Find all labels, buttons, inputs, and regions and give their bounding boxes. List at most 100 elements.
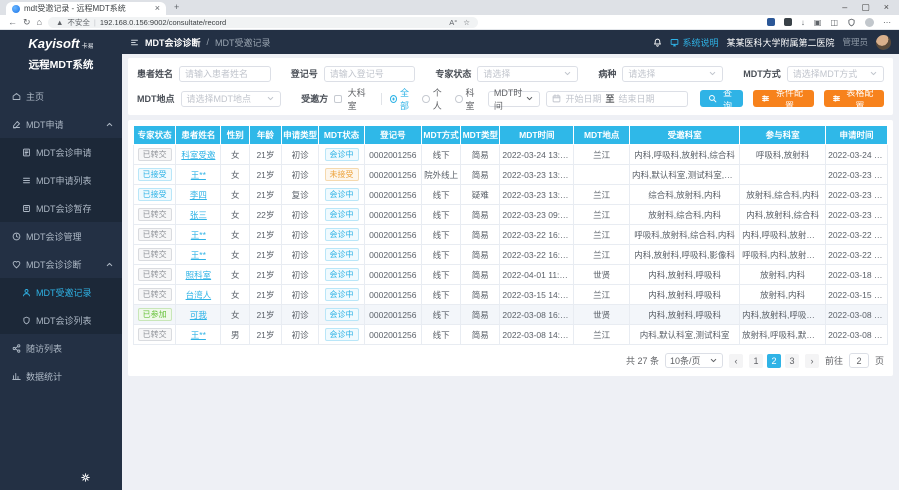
menu-collapse-icon[interactable] [130,38,139,47]
sidebar-item-4[interactable]: 随访列表 [0,334,122,362]
new-tab-button[interactable]: + [174,3,179,12]
expert-status-select[interactable]: 请选择 [477,66,578,82]
scope-radio-all[interactable]: 全部 [390,86,417,112]
invited-depts-cell: 内科,呼吸科,放射科,综合科 [630,145,740,165]
patient-name-link[interactable]: 照科室 [186,270,212,280]
patient-name-link: 王** [176,245,221,265]
mdt-time-cell: 2022-03-22 16:40:00 [500,225,574,245]
patient-name-link[interactable]: 王** [191,170,206,180]
sidebar-item-5[interactable]: 数据统计 [0,362,122,390]
home-icon[interactable]: ⌂ [37,17,42,27]
patient-name-link[interactable]: 张三 [190,210,207,220]
system-help-link[interactable]: 系统说明 [670,36,718,49]
notification-bell-icon[interactable] [653,38,662,47]
stats-icon [12,372,21,381]
downloads-icon[interactable]: ↓ [801,18,805,27]
table-row: 已转交王**女21岁初诊会诊中0002001256线下简易2022-03-22 … [134,225,888,245]
sidebar-item-label: MDT申请 [26,118,64,131]
tab-title: mdt受邀记录 - 远程MDT系统 [24,3,151,14]
invited-depts-cell: 内科,放射科,呼吸科 [630,285,740,305]
sidebar-subitem-1-2[interactable]: MDT会诊暂存 [0,194,122,222]
apply-type-cell: 初诊 [281,225,319,245]
url-field[interactable]: ▲ 不安全 | 192.168.0.156:9002/consultate/re… [48,17,478,28]
patient-name-input[interactable]: 请输入患者姓名 [179,66,271,82]
table-row: 已转交科室受邀女21岁初诊会诊中0002001256线下简易2022-03-24… [134,145,888,165]
table-config-button[interactable]: 表格配置 [824,90,884,107]
search-button[interactable]: 查询 [700,90,744,107]
prev-page-button[interactable]: ‹ [729,354,743,368]
read-aloud-icon[interactable]: A° [449,18,457,27]
patient-name-link[interactable]: 李四 [190,190,207,200]
shield-check-icon[interactable] [847,18,856,27]
sidebar-subitem-3-1[interactable]: MDT会诊列表 [0,306,122,334]
apply-time-cell: 2022-03-08 13:06:56 [826,325,888,345]
patient-name-link[interactable]: 王** [191,230,206,240]
split-screen-icon[interactable]: ◫ [830,18,838,27]
sidebar-item-2[interactable]: MDT会诊管理 [0,222,122,250]
page-size-select[interactable]: 10条/页 [665,353,723,368]
settings-gear-icon[interactable] [81,473,90,482]
list-icon [22,176,31,185]
expert-status-badge: 已转交 [138,288,172,301]
scope-radio-dept[interactable]: 科室 [455,86,482,112]
apply-time-cell: 2022-03-22 16:31:36 [826,225,888,245]
apply-type-cell: 初诊 [281,325,319,345]
window-restore-button[interactable]: ▢ [861,2,870,13]
collections-icon[interactable]: ▣ [814,18,822,27]
patient-name-link[interactable]: 科室受邀 [181,150,215,160]
mdt-mode-select[interactable]: 请选择MDT方式 [787,66,884,82]
profile-icon[interactable] [865,18,874,27]
window-close-button[interactable]: × [884,2,889,13]
sidebar-item-1[interactable]: MDT申请 [0,110,122,138]
browser-tab[interactable]: mdt受邀记录 - 远程MDT系统 × [6,2,166,15]
sidebar-subitem-3-0[interactable]: MDT受邀记录 [0,278,122,306]
sidebar-subitem-1-1[interactable]: MDT申请列表 [0,166,122,194]
apply-time-cell: 2022-03-22 15:57:03 [826,245,888,265]
extension-dark-icon[interactable] [784,18,792,26]
next-page-button[interactable]: › [805,354,819,368]
goto-page-input[interactable]: 2 [849,353,869,368]
mdt-place-select[interactable]: 请选择MDT地点 [181,91,282,107]
age-cell: 21岁 [250,185,282,205]
mdt-status-badge: 会诊中 [325,228,359,241]
more-menu-icon[interactable]: ⋯ [883,18,891,27]
sidebar-item-0[interactable]: 主页 [0,82,122,110]
mdt-place-label: MDT地点 [137,92,175,105]
disease-label: 病种 [598,67,616,80]
time-type-select[interactable]: MDT时间 [488,91,541,107]
tab-close-icon[interactable]: × [155,4,160,13]
patient-name-link[interactable]: 王** [191,330,206,340]
mdt-place-cell [574,165,630,185]
reg-no-input[interactable]: 请输入登记号 [324,66,416,82]
page-button-3[interactable]: 3 [785,354,799,368]
back-icon[interactable]: ← [8,17,17,27]
refresh-icon[interactable]: ↻ [23,17,31,28]
patient-name-link[interactable]: 王** [191,250,206,260]
mdt-time-cell: 2022-03-08 16:00:00 [500,305,574,325]
apply-type-cell: 初诊 [281,285,319,305]
disease-select[interactable]: 请选择 [622,66,723,82]
page-button-1[interactable]: 1 [749,354,763,368]
top-header: MDT会诊诊断 / MDT受邀记录 系统说明 某某医科大学附属第二医院 管理员 [122,30,899,54]
scope-radio-personal[interactable]: 个人 [422,86,449,112]
major-dept-checkbox[interactable] [334,95,342,103]
reg-no-cell: 0002001256 [364,245,421,265]
condition-config-button[interactable]: 条件配置 [753,90,813,107]
column-header: 参与科室 [740,126,826,145]
page-button-2[interactable]: 2 [767,354,781,368]
favorite-star-icon[interactable]: ☆ [463,18,470,27]
window-minimize-button[interactable]: – [842,2,847,13]
sidebar-item-3[interactable]: MDT会诊诊断 [0,250,122,278]
participating-depts-cell: 放射科,综合科,内科 [740,185,826,205]
extension-blue-icon[interactable] [767,18,775,26]
user-avatar[interactable] [876,35,891,50]
chevron-down-icon [709,356,718,365]
mdt-status-badge: 会诊中 [325,288,359,301]
expert-status-badge: 已转交 [134,145,176,165]
sidebar-subitem-1-0[interactable]: MDT会诊申请 [0,138,122,166]
patient-name-link[interactable]: 可我 [190,310,207,320]
date-range-input[interactable]: 开始日期 至 结束日期 [546,91,687,107]
sidebar-subitem-label: MDT受邀记录 [36,286,92,299]
expert-status-badge: 已转交 [134,225,176,245]
patient-name-link[interactable]: 台湾人 [186,290,212,300]
